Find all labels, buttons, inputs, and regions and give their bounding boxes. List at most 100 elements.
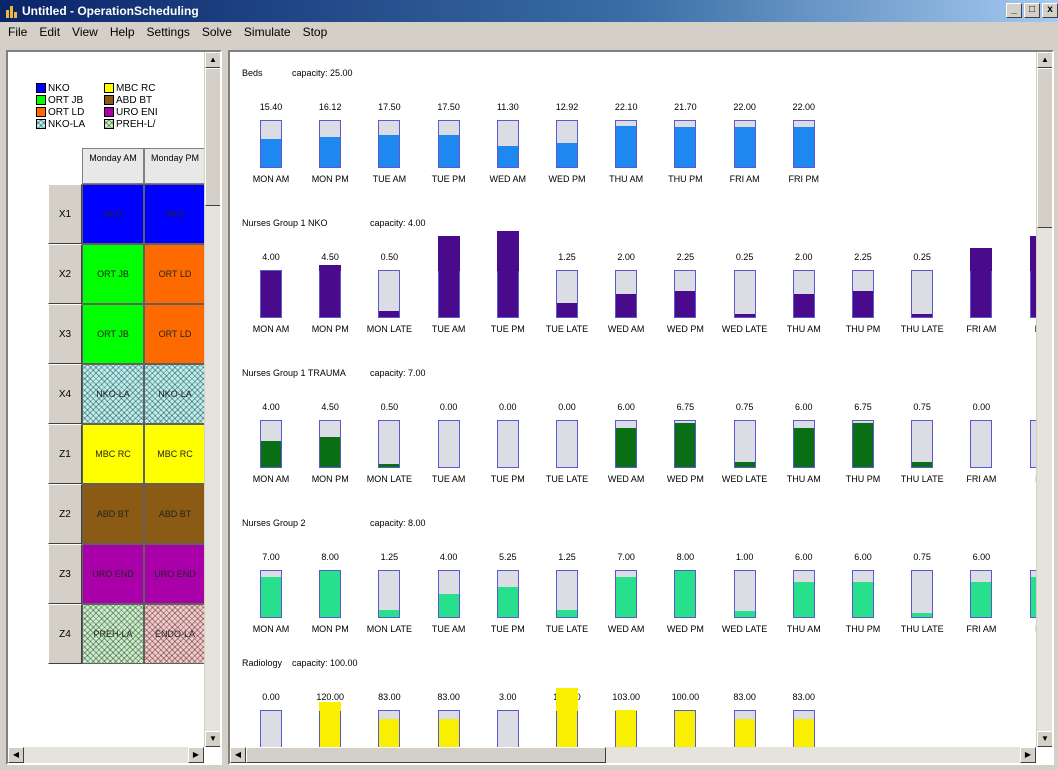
bar-fill xyxy=(675,291,696,317)
bar-category-label: MON PM xyxy=(311,474,349,484)
legend-label: NKO-LA xyxy=(48,118,86,130)
bar-value-label: 17.50 xyxy=(437,102,460,112)
schedule-cell[interactable]: ORT LD xyxy=(144,304,206,364)
bar-fill xyxy=(793,582,814,617)
schedule-cell[interactable]: ORT JB xyxy=(82,304,144,364)
menu-stop[interactable]: Stop xyxy=(297,22,334,42)
bar xyxy=(556,570,578,618)
menu-settings[interactable]: Settings xyxy=(141,22,196,42)
menu-simulate[interactable]: Simulate xyxy=(238,22,297,42)
bar-value-label: 16.12 xyxy=(318,102,342,112)
bar-category-label: MON PM xyxy=(311,324,349,334)
schedule-cell[interactable]: ORT LD xyxy=(144,244,206,304)
schedule-cell[interactable]: NKO xyxy=(82,184,144,244)
bar-value-label: 1.25 xyxy=(558,552,576,562)
bar xyxy=(378,270,401,318)
schedule-cell[interactable]: NKO-LA xyxy=(144,364,206,424)
bar-fill xyxy=(853,582,873,617)
scroll-up-button[interactable]: ▲ xyxy=(205,52,220,68)
bar-fill xyxy=(261,271,281,317)
bar-category-label: WED LATE xyxy=(721,324,768,334)
bar-value-label: 0.50 xyxy=(380,252,399,262)
bar xyxy=(496,231,519,318)
scroll-left-button[interactable]: ◀ xyxy=(230,747,246,763)
room-label: Z1 xyxy=(48,424,82,484)
minimize-button[interactable]: _ xyxy=(1006,3,1022,18)
bar-value-label: 11.30 xyxy=(496,102,519,112)
bar-category-label: FF xyxy=(1011,474,1036,484)
bar xyxy=(615,420,638,468)
bar-value-label: 6.00 xyxy=(972,552,991,562)
schedule-cell[interactable]: ENDO-LA xyxy=(144,604,206,664)
scroll-thumb[interactable] xyxy=(246,747,606,763)
schedule-cell[interactable]: ABD BT xyxy=(82,484,144,544)
bar-value-label: 22.00 xyxy=(792,102,816,112)
scroll-up-button[interactable]: ▲ xyxy=(1037,52,1052,68)
schedule-cell[interactable]: MBC RC xyxy=(144,424,206,484)
menu-view[interactable]: View xyxy=(66,22,104,42)
schedule-cell[interactable]: ORT JB xyxy=(82,244,144,304)
schedule-cell[interactable]: PREH-LA xyxy=(82,604,144,664)
bar-category-label: TUE LATE xyxy=(545,624,589,634)
bar-overflow xyxy=(319,265,342,271)
chart-title: Radiology xyxy=(242,658,283,668)
schedule-cell[interactable]: ABD BT xyxy=(144,484,206,544)
left-horizontal-scrollbar[interactable]: ◀ ▶ xyxy=(8,747,204,763)
bar-category-label: FRI PM xyxy=(788,174,820,184)
bar-fill xyxy=(379,311,400,317)
bar-fill xyxy=(438,135,459,167)
scroll-left-button[interactable]: ◀ xyxy=(8,747,24,763)
right-horizontal-scrollbar[interactable]: ◀ ▶ xyxy=(230,747,1036,763)
room-label: X3 xyxy=(48,304,82,364)
schedule-cell[interactable]: NKO-LA xyxy=(82,364,144,424)
bar-category-label: THU LATE xyxy=(900,474,944,484)
legend-swatch xyxy=(104,119,114,129)
close-button[interactable]: x xyxy=(1042,3,1058,18)
scroll-right-button[interactable]: ▶ xyxy=(1020,747,1036,763)
bar-fill xyxy=(734,719,755,749)
bar-value-label: 6.75 xyxy=(676,402,695,412)
bar xyxy=(674,710,697,749)
bar-fill xyxy=(853,291,873,317)
bar-value-label: 0.75 xyxy=(735,402,754,412)
bar xyxy=(556,420,578,468)
bar-fill xyxy=(793,294,814,317)
bar-category-label: MON LATE xyxy=(366,324,413,334)
bar xyxy=(556,270,578,318)
chart-capacity: capacity: 8.00 xyxy=(370,518,426,528)
bar-value-label: 0.00 xyxy=(972,402,991,412)
bar-value-label: 0.50 xyxy=(380,402,399,412)
room-label: Z4 xyxy=(48,604,82,664)
bar-value-label: 15.40 xyxy=(259,102,283,112)
bar-overflow xyxy=(319,702,342,711)
bar-value-label: 83.00 xyxy=(733,692,756,702)
scroll-down-button[interactable]: ▼ xyxy=(1037,731,1052,747)
schedule-cell[interactable]: MBC RC xyxy=(82,424,144,484)
restore-button[interactable]: □ xyxy=(1024,3,1040,18)
bar-value-label: 5.25 xyxy=(499,552,517,562)
bar xyxy=(319,265,342,318)
schedule-cell[interactable]: URO END xyxy=(82,544,144,604)
bar-fill xyxy=(497,146,518,167)
scroll-thumb[interactable] xyxy=(1037,68,1052,228)
scroll-thumb[interactable] xyxy=(205,68,220,206)
bar xyxy=(496,710,519,749)
bar xyxy=(437,420,460,468)
menu-help[interactable]: Help xyxy=(104,22,141,42)
bar-category-label: TUE PM xyxy=(490,474,525,484)
menu-solve[interactable]: Solve xyxy=(196,22,238,42)
legend-label: ABD BT xyxy=(116,94,153,106)
scroll-down-button[interactable]: ▼ xyxy=(205,731,220,747)
menu-file[interactable]: File xyxy=(2,22,33,42)
menu-edit[interactable]: Edit xyxy=(33,22,66,42)
right-vertical-scrollbar[interactable]: ▲ ▼ xyxy=(1036,52,1052,747)
bar-category-label: TUE LATE xyxy=(545,324,589,334)
bar-fill xyxy=(912,314,933,317)
schedule-cell[interactable]: URO END xyxy=(144,544,206,604)
scroll-right-button[interactable]: ▶ xyxy=(188,747,204,763)
bar xyxy=(556,120,578,168)
app-icon xyxy=(4,4,18,18)
schedule-cell[interactable]: NKO xyxy=(144,184,206,244)
legend-label: ORT JB xyxy=(48,94,84,106)
left-vertical-scrollbar[interactable]: ▲ ▼ xyxy=(204,52,220,747)
